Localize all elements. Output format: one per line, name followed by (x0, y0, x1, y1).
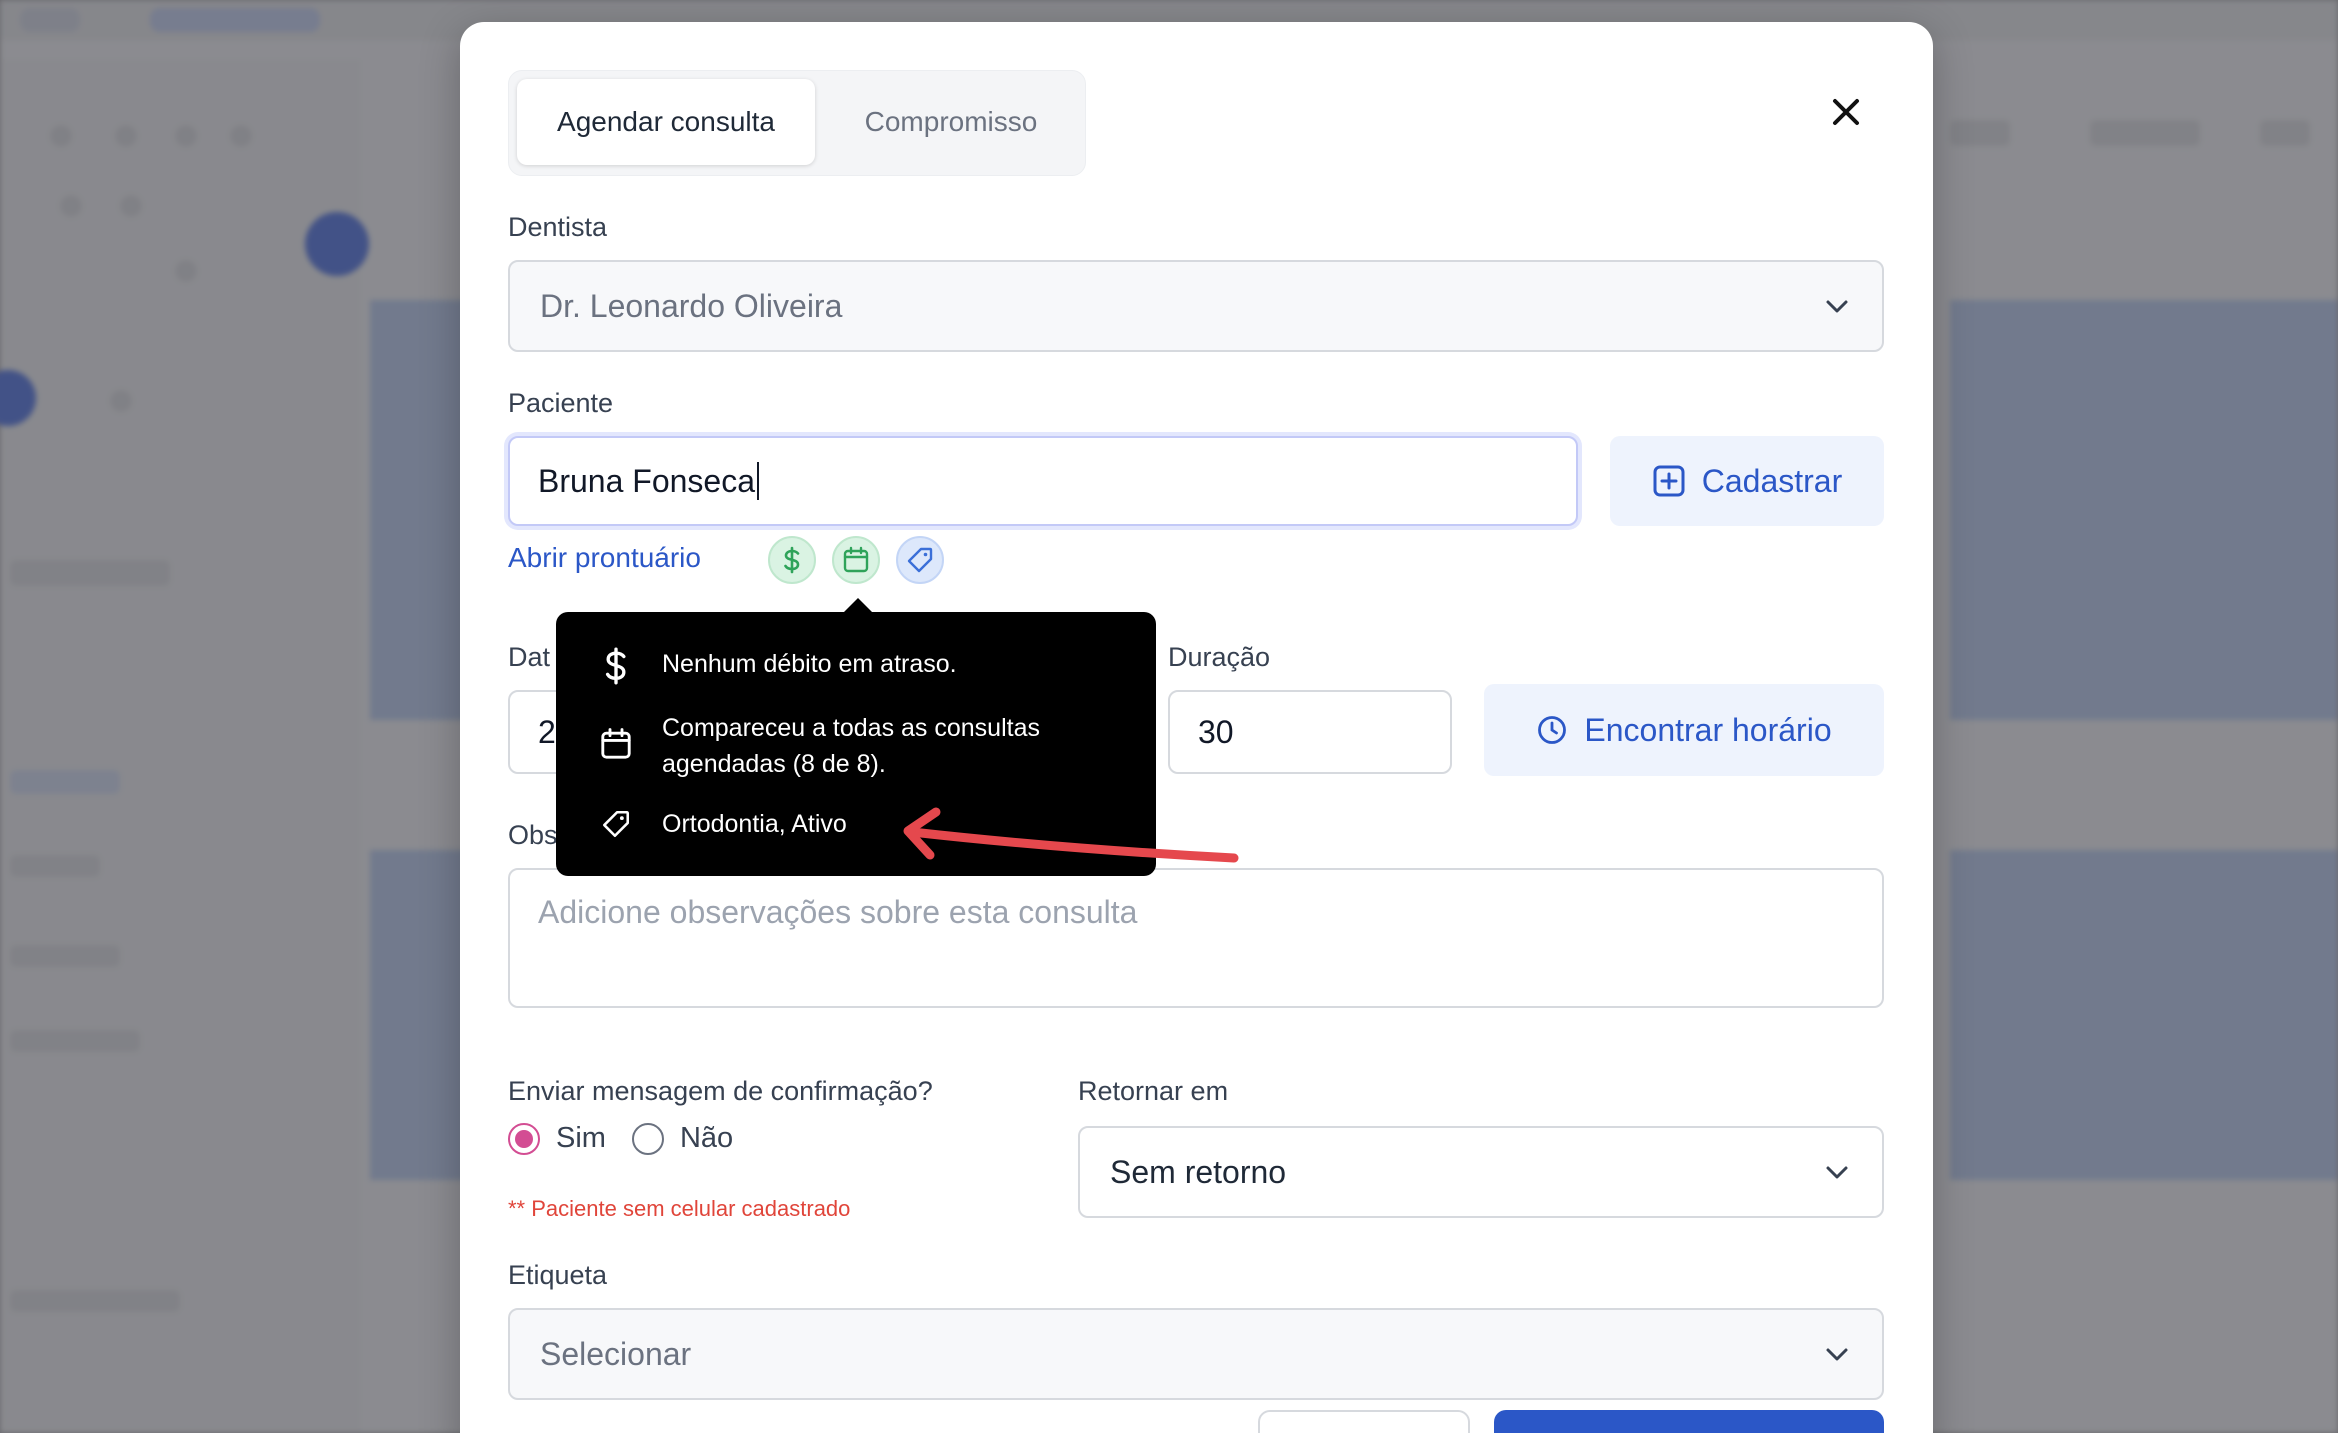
tooltip-row-attendance (596, 724, 636, 764)
dollar-icon (596, 646, 636, 686)
return-select-value: Sem retorno (1110, 1153, 1287, 1190)
patient-status-tooltip: Nenhum débito em atraso. Compareceu a to… (556, 598, 1156, 876)
dentist-label: Dentista (508, 212, 608, 242)
close-button[interactable] (1824, 90, 1868, 134)
duration-input[interactable]: 30 (1168, 690, 1452, 774)
radio-sim-label: Sim (556, 1122, 606, 1154)
return-select[interactable]: Sem retorno (1078, 1126, 1884, 1218)
tab-compromisso[interactable]: Compromisso (823, 79, 1079, 165)
tooltip-attendance-text-line2: agendadas (8 de 8). (662, 750, 886, 778)
duration-label: Duração (1168, 642, 1271, 672)
patient-input[interactable]: Bruna Fonseca (508, 436, 1578, 526)
notes-label: Obs (508, 820, 558, 850)
find-time-label: Encontrar horário (1584, 711, 1832, 748)
register-patient-label: Cadastrar (1701, 462, 1843, 499)
notes-textarea[interactable]: Adicione observações sobre esta consulta (508, 868, 1884, 1008)
register-patient-button[interactable]: Cadastrar (1610, 436, 1884, 526)
tag-select-value: Selecionar (540, 1335, 692, 1372)
radio-nao[interactable] (631, 1122, 664, 1155)
chevron-down-icon (1826, 300, 1848, 313)
date-input-value: 2 (538, 713, 556, 750)
return-label: Retornar em (1078, 1076, 1229, 1106)
calendar-icon (843, 546, 869, 573)
patient-input-value: Bruna Fonseca (538, 462, 756, 499)
tooltip-row-financial (596, 646, 636, 686)
financial-status-button[interactable] (768, 536, 816, 584)
tab-agendar-consulta[interactable]: Agendar consulta (517, 79, 815, 165)
attendance-status-button[interactable] (832, 536, 880, 584)
dollar-icon (784, 546, 800, 574)
dentist-select[interactable]: Dr. Leonardo Oliveira (508, 260, 1884, 352)
cancel-button[interactable] (1258, 1410, 1470, 1433)
tag-select[interactable]: Selecionar (508, 1308, 1884, 1400)
date-label: Dat (508, 642, 551, 672)
radio-sim[interactable] (508, 1122, 540, 1155)
tab-bar: Agendar consulta Compromisso (508, 70, 1086, 176)
dentist-select-value: Dr. Leonardo Oliveira (540, 287, 843, 324)
tooltip-financial-text: Nenhum débito em atraso. (662, 650, 957, 678)
tooltip-tags-text: Ortodontia, Ativo (662, 810, 847, 838)
tag-icon (596, 804, 636, 844)
chevron-down-icon (1826, 1348, 1848, 1361)
confirmation-label: Enviar mensagem de confirmação? (508, 1076, 933, 1106)
close-icon (1833, 99, 1859, 125)
duration-input-value: 30 (1198, 713, 1234, 750)
calendar-icon (596, 724, 636, 764)
tooltip-attendance-text-line1: Compareceu a todas as consultas (662, 714, 1040, 742)
tag-label: Etiqueta (508, 1260, 608, 1290)
tags-status-button[interactable] (896, 536, 944, 584)
confirmation-radio-group: Sim Não (508, 1122, 733, 1155)
chevron-down-icon (1826, 1166, 1848, 1179)
text-caret (757, 462, 760, 500)
tooltip-row-tags (596, 804, 636, 844)
clock-icon (1538, 716, 1567, 744)
no-phone-warning: ** Paciente sem celular cadastrado (508, 1196, 851, 1221)
patient-label: Paciente (508, 388, 614, 418)
find-time-button[interactable]: Encontrar horário (1484, 684, 1884, 776)
open-record-link[interactable]: Abrir prontuário (508, 542, 701, 574)
radio-nao-label: Não (679, 1122, 734, 1154)
submit-button[interactable] (1494, 1410, 1884, 1433)
plus-square-icon (1653, 465, 1685, 497)
tag-icon (907, 547, 933, 573)
